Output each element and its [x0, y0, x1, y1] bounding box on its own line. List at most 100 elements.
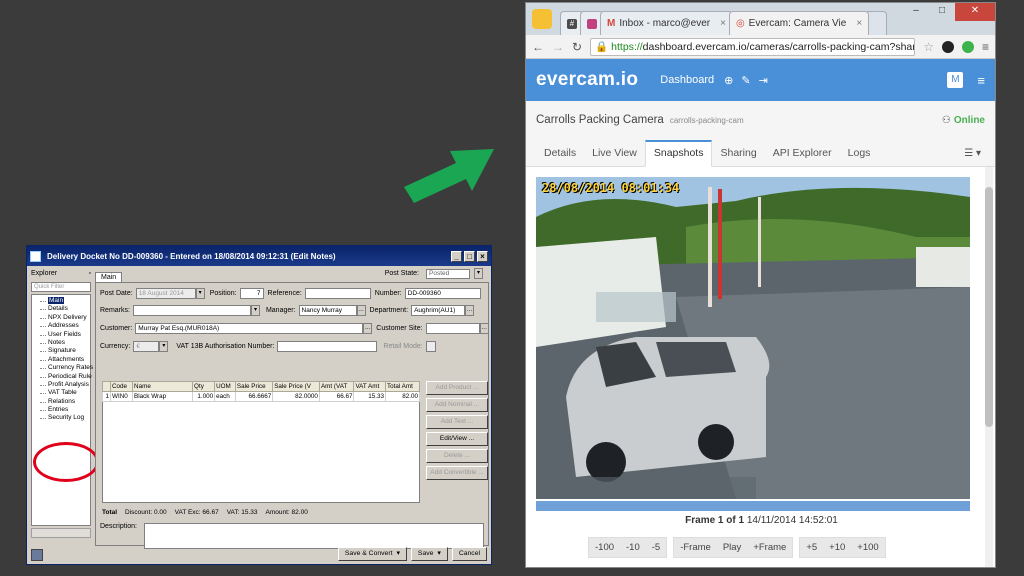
- col-uom[interactable]: UOM: [214, 381, 236, 392]
- tab-logs[interactable]: Logs: [840, 147, 879, 166]
- tree-item-addresses[interactable]: Addresses: [36, 322, 90, 330]
- col-sale-price-vat[interactable]: Sale Price (V: [272, 381, 320, 392]
- calendar-dropdown-icon[interactable]: ▾: [195, 288, 205, 299]
- retail-mode-checkbox[interactable]: [425, 341, 436, 352]
- chevron-down-icon[interactable]: ▾: [474, 268, 483, 279]
- page-scrollbar[interactable]: [985, 167, 993, 567]
- back-5-button[interactable]: -5: [646, 538, 666, 557]
- wrench-icon[interactable]: ✎: [741, 74, 750, 87]
- hamburger-menu-icon[interactable]: ≡: [977, 73, 985, 88]
- tree-item-npx-delivery[interactable]: NPX Delivery: [36, 314, 90, 322]
- manager-field[interactable]: Nancy Murray: [298, 305, 357, 316]
- col-vat-amt[interactable]: VAT Amt: [353, 381, 386, 392]
- next-frame-button[interactable]: +Frame: [747, 538, 792, 557]
- minimize-icon[interactable]: –: [903, 3, 929, 21]
- tab-options-menu-icon[interactable]: ☰ ▾: [964, 148, 981, 166]
- col-total-amt[interactable]: Total Amt: [384, 381, 421, 392]
- edit-view-button[interactable]: Edit/View ...: [426, 432, 488, 446]
- close-tab-icon[interactable]: ×: [856, 18, 862, 29]
- tab-main[interactable]: Main: [95, 272, 123, 282]
- tree-item-attachments[interactable]: Attachments: [36, 356, 90, 364]
- timeline-bar[interactable]: [536, 501, 970, 511]
- currency-field[interactable]: €: [133, 341, 160, 352]
- col-code[interactable]: Code: [109, 381, 134, 392]
- tree-item-details[interactable]: Details: [36, 305, 90, 313]
- reload-icon[interactable]: ↻: [572, 40, 582, 54]
- minimize-button[interactable]: _: [451, 250, 462, 262]
- tree-item-security-log[interactable]: Security Log: [36, 414, 90, 422]
- tab-details[interactable]: Details: [536, 147, 584, 166]
- position-field[interactable]: 7: [239, 288, 264, 299]
- cancel-button[interactable]: Cancel: [451, 547, 487, 561]
- dashboard-link[interactable]: Dashboard: [660, 74, 714, 86]
- reference-field[interactable]: [304, 288, 371, 299]
- tab-api-explorer[interactable]: API Explorer: [765, 147, 840, 166]
- tree-item-relations[interactable]: Relations: [36, 398, 90, 406]
- tree-item-periodical-rule[interactable]: Periodical Rule: [36, 373, 92, 381]
- tree-item-main[interactable]: Main: [36, 297, 90, 305]
- back-10-button[interactable]: -10: [620, 538, 646, 557]
- tree-item-notes[interactable]: Notes: [36, 339, 90, 347]
- currency-dropdown-icon[interactable]: ▾: [159, 341, 169, 352]
- add-product-button[interactable]: Add Product ...: [426, 381, 488, 395]
- customer-lookup-icon[interactable]: …: [363, 323, 373, 334]
- tab-live-view[interactable]: Live View: [584, 147, 645, 166]
- tree-item-currency-rates[interactable]: Currency Rates: [36, 364, 93, 372]
- close-window-icon[interactable]: ✕: [955, 3, 995, 21]
- col-name[interactable]: Name: [132, 381, 194, 392]
- tab-snapshots[interactable]: Snapshots: [644, 140, 713, 167]
- extension-icon[interactable]: [941, 40, 954, 53]
- customer-field[interactable]: Murray Pat Esq.(MUR018A): [135, 323, 364, 334]
- close-button[interactable]: ×: [477, 250, 488, 262]
- close-tab-icon[interactable]: ×: [720, 18, 726, 29]
- col-index[interactable]: [102, 381, 111, 392]
- add-nominal-button[interactable]: Add Nominal ...: [426, 398, 488, 412]
- department-lookup-icon[interactable]: …: [465, 305, 475, 316]
- extension-icon[interactable]: [961, 40, 974, 53]
- prev-frame-button[interactable]: -Frame: [674, 538, 717, 557]
- status-bar-icon[interactable]: [31, 549, 43, 561]
- table-row[interactable]: 1 WIN0 Black Wrap 1.000 each 66.6667 82.…: [102, 391, 421, 402]
- back-100-button[interactable]: -100: [589, 538, 620, 557]
- delete-button[interactable]: Delete ...: [426, 449, 488, 463]
- save-convert-button[interactable]: Save & Convert ▾: [337, 547, 407, 561]
- col-amt-vat[interactable]: Amt (VAT: [318, 381, 355, 392]
- description-field[interactable]: [143, 523, 484, 549]
- manager-lookup-icon[interactable]: …: [356, 305, 366, 316]
- forward-icon[interactable]: →: [552, 40, 564, 54]
- customer-site-lookup-icon[interactable]: …: [479, 323, 489, 334]
- save-button[interactable]: Save ▾: [410, 547, 448, 561]
- tree-item-profit-analysis[interactable]: Profit Analysis: [36, 381, 90, 389]
- quick-filter-input[interactable]: Quick Filter: [31, 282, 91, 292]
- browser-tab-evercam[interactable]: ◎ Evercam: Camera Vie ×: [728, 11, 870, 35]
- post-state-select[interactable]: Posted: [426, 268, 470, 279]
- evercam-logo[interactable]: evercam.io: [536, 69, 638, 91]
- number-field[interactable]: DD-009360: [404, 288, 481, 299]
- tree-item-signature[interactable]: Signature: [36, 347, 90, 355]
- col-qty[interactable]: Qty: [192, 381, 216, 392]
- add-camera-icon[interactable]: ⊕: [724, 74, 733, 87]
- maximize-button[interactable]: □: [464, 250, 475, 262]
- vat-auth-field[interactable]: [277, 341, 378, 352]
- back-icon[interactable]: ←: [532, 40, 544, 54]
- camera-snapshot[interactable]: 28/08/2014 08:01:34: [536, 177, 970, 499]
- tree-item-vat-table[interactable]: VAT Table: [36, 389, 90, 397]
- explorer-scrollbar[interactable]: [31, 528, 91, 538]
- col-sale-price[interactable]: Sale Price: [234, 381, 274, 392]
- browser-tab-inbox[interactable]: M Inbox - marco@ever ×: [600, 11, 733, 35]
- fwd-5-button[interactable]: +5: [800, 538, 823, 557]
- play-button[interactable]: Play: [717, 538, 747, 557]
- fwd-100-button[interactable]: +100: [851, 538, 884, 557]
- tree-item-entries[interactable]: Entries: [36, 406, 90, 414]
- restore-icon[interactable]: □: [929, 3, 955, 21]
- user-avatar[interactable]: M: [947, 72, 964, 88]
- department-field[interactable]: Aughrim(AU1): [411, 305, 466, 316]
- tree-item-user-fields[interactable]: User Fields: [36, 331, 90, 339]
- add-text-button[interactable]: Add Text ...: [426, 415, 488, 429]
- fwd-10-button[interactable]: +10: [823, 538, 851, 557]
- sign-out-icon[interactable]: ⇥: [759, 74, 768, 87]
- profile-avatar-icon[interactable]: [532, 9, 552, 29]
- customer-site-field[interactable]: [425, 323, 480, 334]
- tab-sharing[interactable]: Sharing: [712, 147, 764, 166]
- add-convertible-button[interactable]: Add Convertible ...: [426, 466, 488, 480]
